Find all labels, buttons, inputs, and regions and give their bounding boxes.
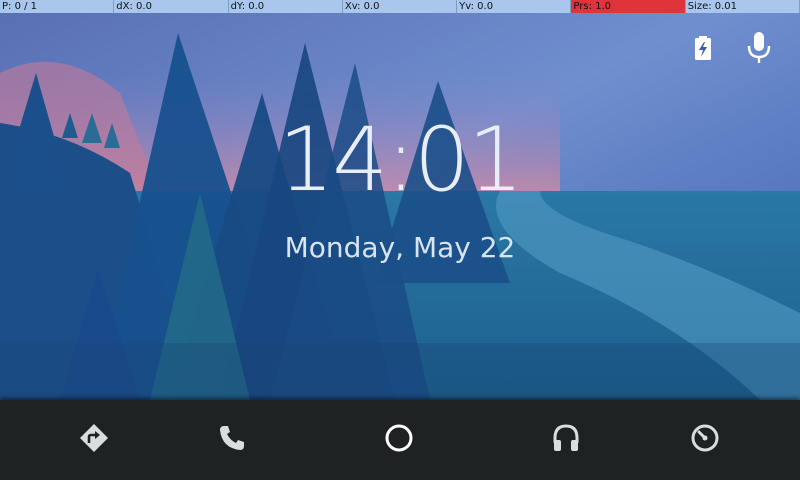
media-button[interactable] — [542, 418, 590, 462]
home-icon — [384, 423, 414, 457]
delta-y: dY: 0.0 — [228, 0, 343, 13]
pressure: Prs: 1.0 — [571, 0, 686, 13]
speedometer-icon — [690, 423, 720, 457]
delta-x: dX: 0.0 — [114, 0, 229, 13]
car-info-button[interactable] — [681, 418, 729, 462]
velocity-x: Xv: 0.0 — [342, 0, 458, 13]
headphones-icon — [551, 423, 581, 457]
pointer-location-bar: P: 0 / 1 dX: 0.0 dY: 0.0 Xv: 0.0 Yv: 0.0… — [0, 0, 800, 13]
navigation-button[interactable] — [70, 418, 118, 462]
clock-date: Monday, May 22 — [284, 231, 516, 264]
phone-icon — [218, 424, 246, 456]
pointer-count: P: 0 / 1 — [0, 0, 115, 13]
navigation-icon — [79, 423, 109, 457]
car-nav-bar — [0, 400, 800, 480]
velocity-y: Yv: 0.0 — [457, 0, 572, 13]
touch-size: Size: 0.01 — [685, 0, 800, 13]
microphone-icon[interactable] — [744, 32, 774, 64]
home-button[interactable] — [375, 418, 423, 462]
phone-button[interactable] — [208, 418, 256, 462]
clock-time: 14:01 — [278, 108, 524, 211]
battery-charging-icon — [688, 32, 718, 64]
